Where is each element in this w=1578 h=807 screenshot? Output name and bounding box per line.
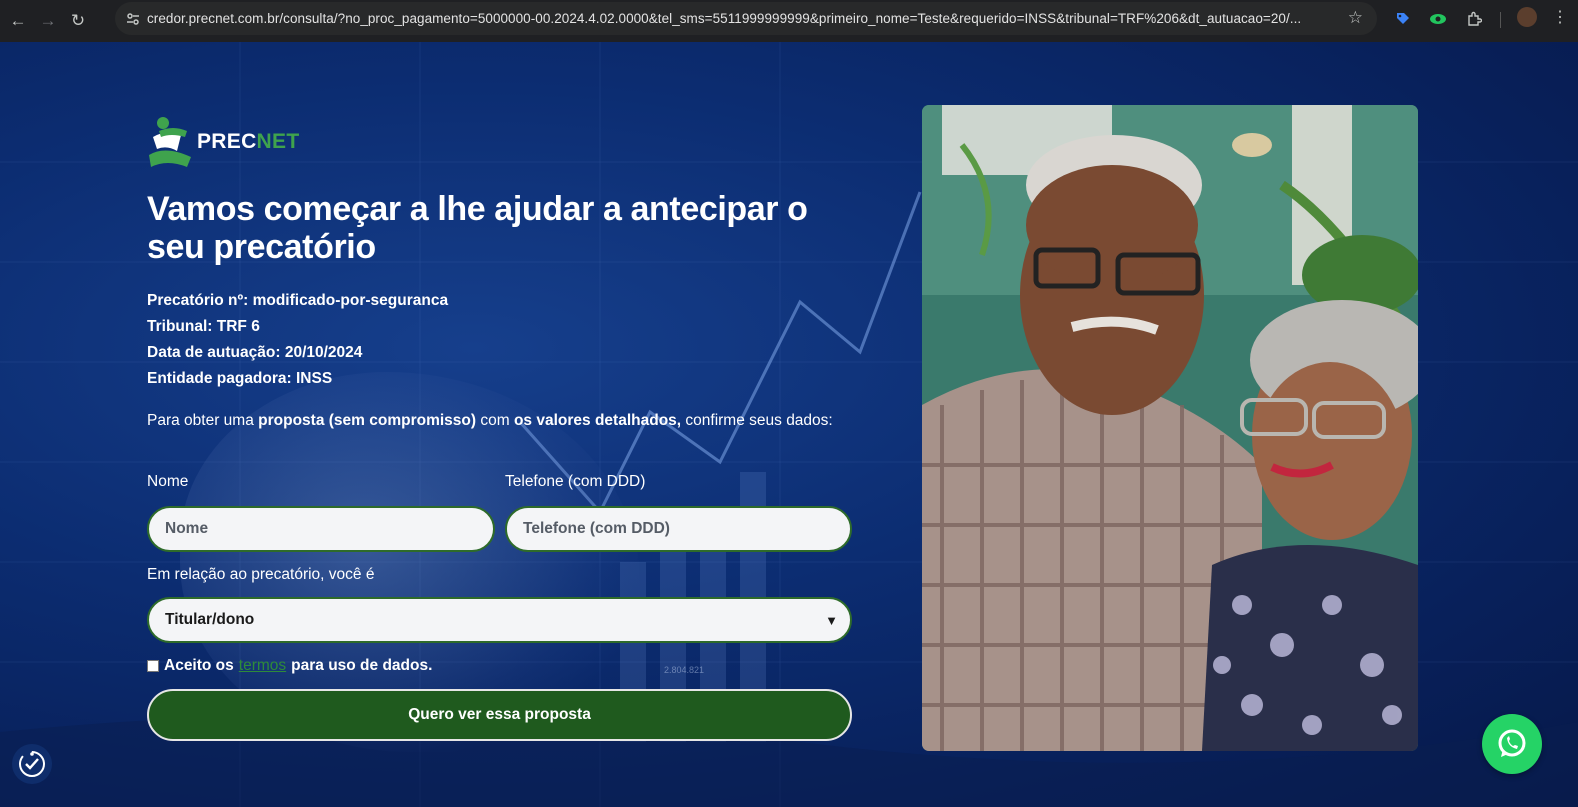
- profile-avatar[interactable]: [1517, 7, 1537, 27]
- extension-eye-icon[interactable]: [1427, 8, 1449, 30]
- intro-part: Para obter uma: [147, 412, 259, 429]
- accessibility-icon: [19, 751, 45, 777]
- logo-wordmark: PRECNET: [197, 130, 299, 154]
- role-selected-value: Titular/dono: [165, 611, 255, 628]
- submit-button[interactable]: Quero ver essa proposta: [147, 689, 852, 741]
- detail-label: Tribunal:: [147, 318, 213, 335]
- detail-value: TRF 6: [216, 318, 260, 335]
- accessibility-button[interactable]: [12, 744, 52, 784]
- intro-part: confirme seus dados:: [681, 412, 833, 429]
- consent-text-before: Aceito os: [164, 657, 234, 674]
- precatorio-details: Precatório nº: modificado-por-seguranca …: [147, 288, 448, 392]
- name-label: Nome: [147, 473, 189, 490]
- url-text[interactable]: credor.precnet.com.br/consulta/?no_proc_…: [147, 11, 1317, 26]
- browser-menu-icon[interactable]: ⋮: [1552, 8, 1568, 28]
- logo-wordmark-net: NET: [256, 130, 300, 153]
- toolbar-divider: [1500, 12, 1501, 28]
- intro-emphasis: os valores detalhados,: [513, 412, 682, 429]
- precnet-logo[interactable]: PRECNET: [147, 115, 299, 169]
- detail-value: modificado-por-seguranca: [252, 292, 449, 309]
- detail-label: Precatório nº:: [147, 292, 249, 309]
- whatsapp-icon: [1498, 729, 1526, 757]
- intro-emphasis: proposta (sem compromisso): [258, 412, 477, 429]
- logo-mark-icon: [149, 117, 191, 167]
- detail-tribunal: Tribunal: TRF 6: [147, 314, 448, 340]
- detail-precatorio-number: Precatório nº: modificado-por-seguranca: [147, 288, 448, 314]
- phone-label: Telefone (com DDD): [505, 473, 646, 490]
- phone-placeholder: Telefone (com DDD): [523, 520, 670, 537]
- name-input[interactable]: Nome: [147, 506, 495, 552]
- terms-consent: Aceito os termos para uso de dados.: [147, 657, 432, 675]
- terms-checkbox[interactable]: [147, 660, 159, 672]
- name-placeholder: Nome: [165, 520, 209, 537]
- whatsapp-chat-button[interactable]: [1482, 714, 1542, 774]
- site-settings-icon[interactable]: [119, 5, 147, 33]
- address-bar[interactable]: credor.precnet.com.br/consulta/?no_proc_…: [115, 2, 1377, 35]
- back-icon[interactable]: ←: [3, 6, 33, 36]
- terms-link[interactable]: termos: [239, 657, 286, 675]
- role-select[interactable]: Titular/dono ▼: [147, 597, 852, 643]
- detail-label: Entidade pagadora:: [147, 370, 292, 387]
- role-label: Em relação ao precatório, você é: [147, 566, 375, 583]
- detail-data-autuacao: Data de autuação: 20/10/2024: [147, 340, 448, 366]
- extension-tag-icon[interactable]: [1392, 8, 1414, 30]
- detail-label: Data de autuação:: [147, 344, 281, 361]
- detail-value: INSS: [296, 370, 333, 387]
- chevron-down-icon: ▼: [825, 612, 838, 628]
- background-chart-value: 2.804.821: [664, 665, 704, 675]
- phone-input[interactable]: Telefone (com DDD): [505, 506, 852, 552]
- consent-text-after: para uso de dados.: [291, 657, 433, 674]
- page-title: Vamos começar a lhe ajudar a antecipar o…: [147, 190, 808, 266]
- browser-toolbar: ← → ↻ credor.precnet.com.br/consulta/?no…: [0, 0, 1578, 42]
- intro-part: com: [476, 412, 514, 429]
- detail-value: 20/10/2024: [284, 344, 363, 361]
- detail-entidade-pagadora: Entidade pagadora: INSS: [147, 366, 448, 392]
- logo-wordmark-prec: PREC: [197, 130, 257, 153]
- extensions-puzzle-icon[interactable]: [1463, 8, 1485, 30]
- reload-icon[interactable]: ↻: [63, 6, 93, 36]
- elderly-couple-photo: [922, 105, 1418, 751]
- bookmark-star-icon[interactable]: ☆: [1348, 8, 1363, 28]
- intro-text: Para obter uma proposta (sem compromisso…: [147, 412, 833, 430]
- landing-page: 2.804.821 PRECNET Vamos começar a lhe aj…: [0, 42, 1578, 807]
- forward-icon[interactable]: →: [33, 6, 63, 36]
